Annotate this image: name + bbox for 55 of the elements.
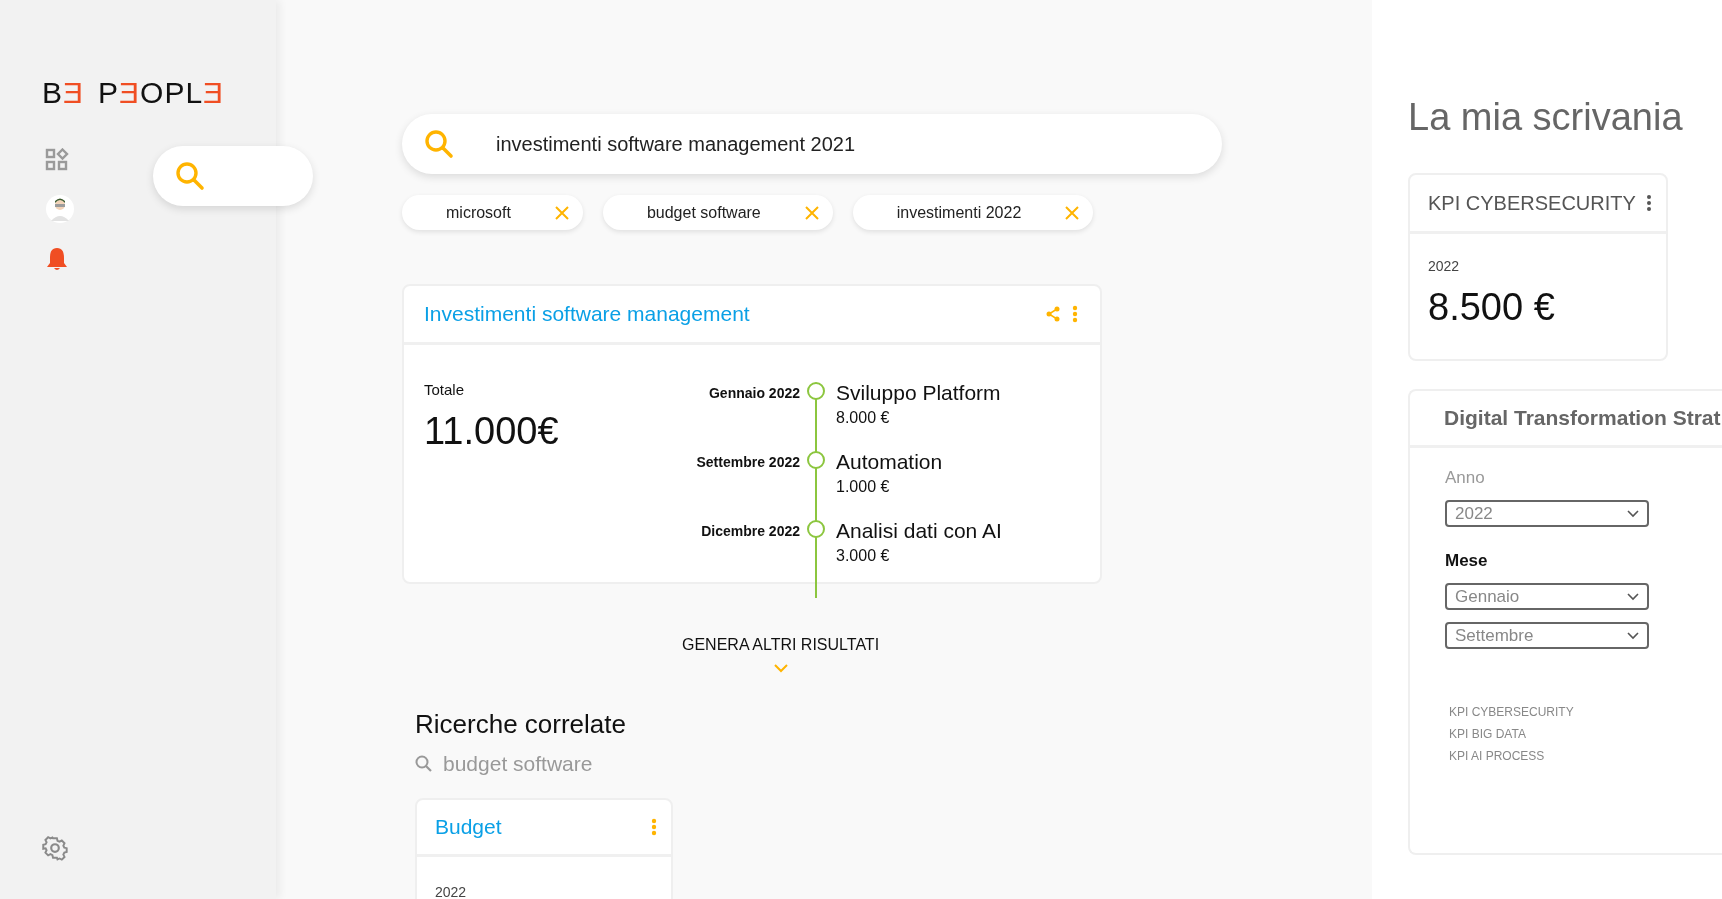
share-icon[interactable] xyxy=(1046,306,1060,322)
chevron-down-icon xyxy=(1627,631,1639,640)
timeline-dot xyxy=(807,451,825,469)
dropdown[interactable]: Settembre xyxy=(1445,622,1649,649)
search-icon xyxy=(424,129,454,159)
kpi-link[interactable]: KPI CYBERSECURITY xyxy=(1449,705,1722,719)
close-icon[interactable] xyxy=(1065,205,1080,220)
filter-label: Mese xyxy=(1445,551,1489,571)
chevron-down-icon[interactable] xyxy=(773,664,788,673)
timeline-amount: 3.000 € xyxy=(836,547,890,565)
search-button[interactable] xyxy=(153,146,313,206)
section-title: Ricerche correlate xyxy=(415,709,626,740)
close-icon[interactable] xyxy=(804,205,819,220)
card-title: Budget xyxy=(435,815,502,839)
timeline-date: Settembre 2022 xyxy=(695,453,800,472)
search-field[interactable]: investimenti software management 2021 xyxy=(402,114,1222,174)
close-icon[interactable] xyxy=(554,205,569,220)
avatar-icon[interactable] xyxy=(45,194,75,224)
card-title: KPI CYBERSECURITY xyxy=(1428,191,1636,215)
card-title: Digital Transformation Strat xyxy=(1444,406,1721,430)
dropdown[interactable]: Gennaio xyxy=(1445,583,1649,610)
timeline-amount: 1.000 € xyxy=(836,478,890,496)
chevron-down-icon xyxy=(1627,509,1639,518)
more-results-button[interactable]: GENERA ALTRI RISULTATI xyxy=(682,636,880,654)
timeline-dot xyxy=(807,520,825,538)
dashboard-icon[interactable] xyxy=(45,148,69,172)
timeline-date: Gennaio 2022 xyxy=(707,384,800,403)
year-label: 2022 xyxy=(1428,258,1461,274)
filter-chip[interactable]: budget software xyxy=(602,195,833,230)
timeline-title: Sviluppo Platform xyxy=(836,381,1001,405)
timeline-title: Analisi dati con AI xyxy=(836,519,1002,543)
search-icon xyxy=(415,755,433,773)
search-icon xyxy=(175,161,205,191)
timeline-dot xyxy=(807,382,825,400)
logo: BƎ PƎOPLƎ xyxy=(42,78,225,108)
filter-chip[interactable]: microsoft xyxy=(402,195,583,230)
timeline-date: Dicembre 2022 xyxy=(700,522,800,541)
related-search-link[interactable]: budget software xyxy=(443,752,593,776)
kpi-value: 8.500 € xyxy=(1428,286,1556,329)
filter-chip[interactable]: investimenti 2022 xyxy=(852,195,1094,230)
more-icon[interactable] xyxy=(1646,194,1652,212)
filter-label: Anno xyxy=(1445,468,1486,488)
total-value: 11.000€ xyxy=(424,410,560,453)
chevron-down-icon xyxy=(1627,592,1639,601)
dropdown[interactable]: 2022 xyxy=(1445,500,1649,527)
timeline-title: Automation xyxy=(836,450,943,474)
panel-title: La mia scrivania xyxy=(1408,96,1684,139)
total-label: Totale xyxy=(424,381,466,398)
timeline-amount: 8.000 € xyxy=(836,409,890,427)
kpi-link[interactable]: KPI AI PROCESS xyxy=(1449,749,1722,763)
year-label: 2022 xyxy=(435,884,467,899)
card-title: Investimenti software management xyxy=(424,302,750,326)
settings-icon[interactable] xyxy=(42,835,68,861)
kpi-link[interactable]: KPI BIG DATA xyxy=(1449,727,1722,741)
bell-icon[interactable] xyxy=(45,246,69,272)
